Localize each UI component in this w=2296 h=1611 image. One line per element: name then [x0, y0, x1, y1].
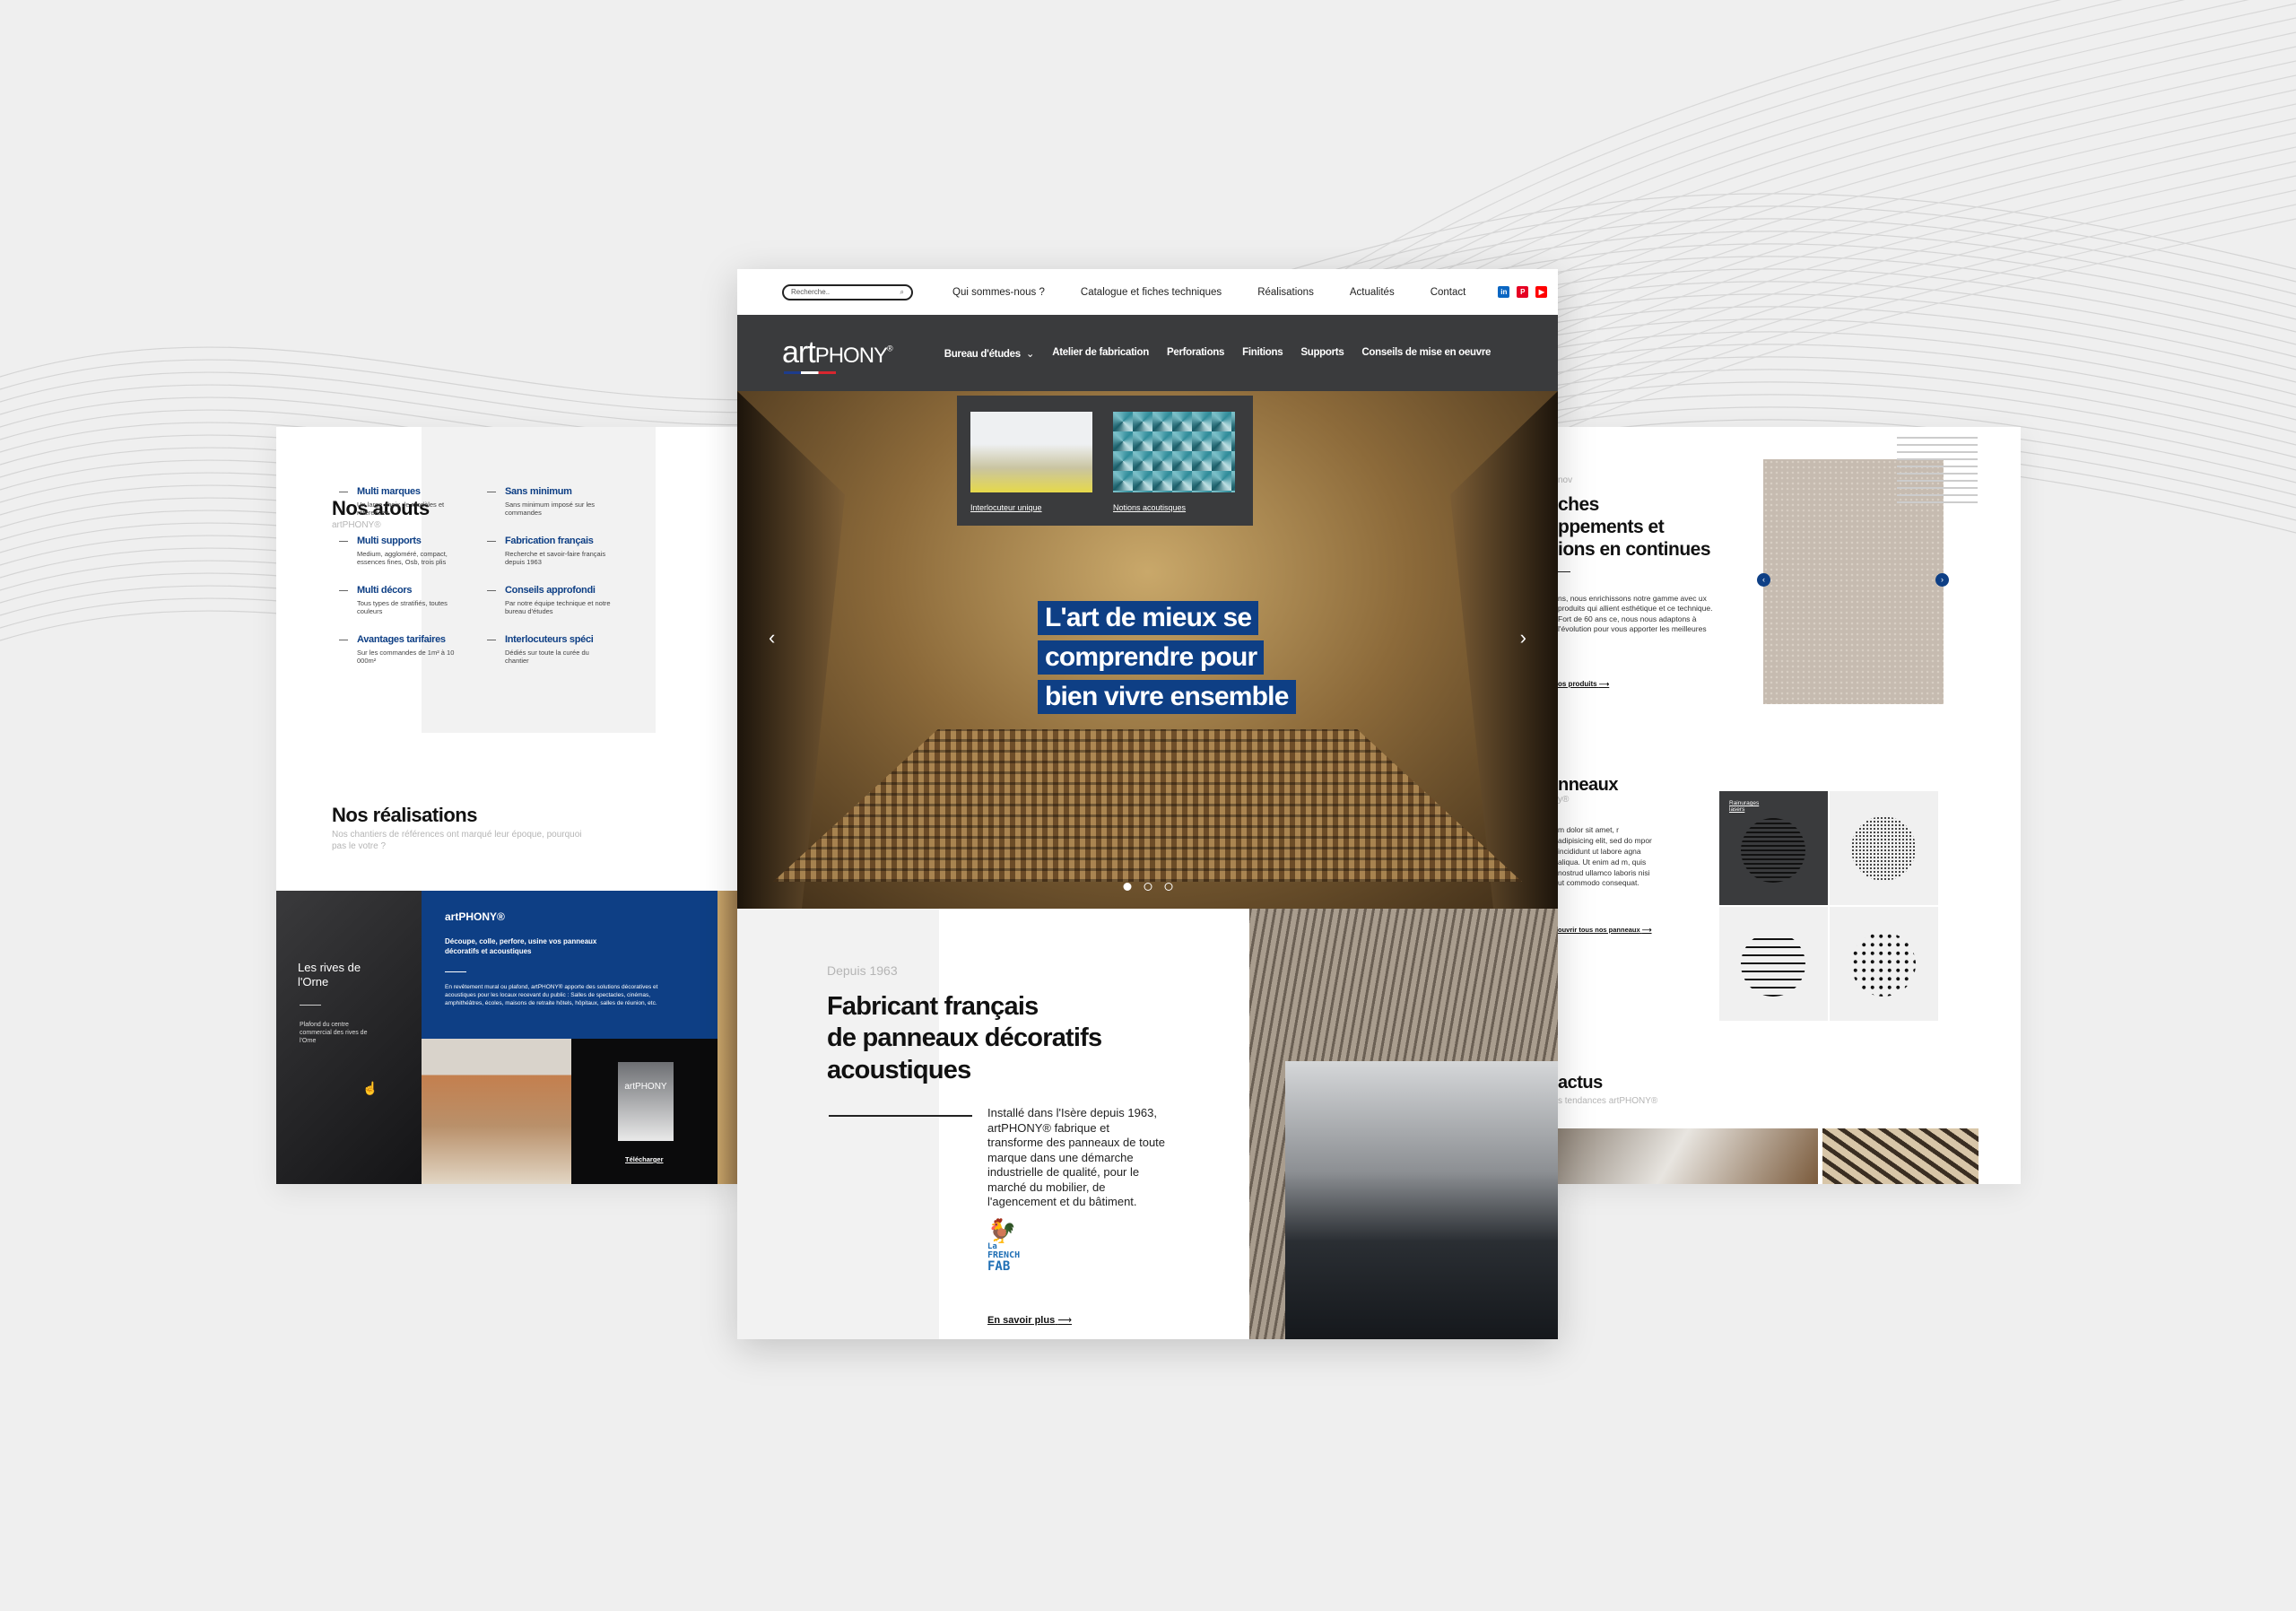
nav-item[interactable]: Perforations: [1167, 347, 1224, 360]
dropdown-item-interlocuteur[interactable]: Interlocuteur unique: [970, 412, 1092, 512]
brochure-card: artPHONY Télécharger: [571, 1039, 718, 1184]
divider: [829, 1115, 972, 1117]
atout-item: Multi supports Medium, aggloméré, compact…: [339, 536, 465, 567]
hand-pointer-icon: ☝: [362, 1081, 378, 1095]
carousel-dot[interactable]: [1123, 883, 1131, 891]
divider: [1558, 571, 1570, 572]
la-french-fab-logo: 🐓 La FRENCH FAB: [987, 1218, 1021, 1274]
pinterest-icon[interactable]: P: [1517, 286, 1529, 298]
divider: [300, 1005, 321, 1006]
blue-panel-title: artPHONY®: [445, 910, 505, 923]
bureau-etudes-dropdown: Interlocuteur unique Notions acoutisques: [957, 396, 1253, 526]
en-savoir-plus-link[interactable]: En savoir plus ⟶: [987, 1314, 1072, 1326]
arrow-right-icon: ⟶: [1598, 680, 1610, 688]
panels-body: m dolor sit amet, r adipisicing elit, se…: [1558, 825, 1652, 888]
search-icon: ⌕: [900, 287, 904, 296]
arrow-right-icon: ⟶: [1641, 926, 1652, 934]
atout-item: Sans minimum Sans minimum imposé sur les …: [487, 486, 613, 518]
panels-subtitle: y®: [1558, 795, 1570, 805]
about-title: Fabricant français de panneaux décoratifs…: [827, 992, 1102, 1084]
atout-item: Avantages tarifaires Sur les commandes de…: [339, 634, 465, 666]
download-link[interactable]: Télécharger: [625, 1155, 664, 1163]
search-input[interactable]: Recherche.. ⌕: [782, 283, 913, 300]
actus-title: actus: [1558, 1073, 1603, 1093]
atouts-subtitle: artPHONY®: [332, 520, 381, 530]
atout-item: Conseils approfondi Par notre équipe tech…: [487, 585, 613, 616]
blue-panel-body: En revêtement mural ou plafond, artPHONY…: [445, 984, 658, 1007]
hero-title: L'art de mieux se comprendre pour bien viv…: [1038, 601, 1296, 719]
interior-photo: [1249, 909, 1558, 1339]
top-link[interactable]: Contact: [1431, 287, 1466, 298]
grooves-pattern: [1741, 818, 1805, 883]
right-page-preview: nov ches ppements et ions en continues ns,…: [1558, 427, 2021, 1184]
panels-title: nneaux: [1558, 775, 1619, 795]
eyebrow: nov: [1558, 475, 1573, 485]
carousel-dot[interactable]: [1144, 883, 1152, 891]
divider: [445, 971, 466, 972]
carousel-prev-button[interactable]: ‹: [1757, 573, 1770, 587]
tricolor-bar: [784, 371, 836, 374]
nav-item[interactable]: Bureau d'études ⌄: [944, 347, 1035, 360]
about-section: Depuis 1963 Fabricant français de panneau…: [737, 909, 1558, 1339]
products-link[interactable]: os produits ⟶: [1558, 680, 1609, 688]
carousel-next-button[interactable]: ›: [1935, 573, 1949, 587]
innovation-body: ns, nous enrichissons notre gamme avec u…: [1558, 594, 1713, 634]
hero-carousel[interactable]: Interlocuteur unique Notions acoutisques…: [737, 391, 1558, 909]
carousel-dots: [1123, 883, 1172, 891]
artphony-logo[interactable]: artPHONY®: [782, 335, 893, 374]
nav-item[interactable]: Supports: [1300, 347, 1344, 360]
actus-subtitle: s tendances artPHONY®: [1558, 1096, 1658, 1106]
blue-panel-lead: Découpe, colle, perfore, usine vos panne…: [445, 937, 597, 955]
top-bar: Recherche.. ⌕ Qui sommes-nous ? Catalogue …: [737, 269, 1558, 315]
project-card-rives-orne[interactable]: Les rives de l'Orne Plafond du centre co…: [276, 891, 422, 1184]
top-link[interactable]: Catalogue et fiches techniques: [1081, 287, 1222, 298]
tile-perforation[interactable]: [1830, 907, 1938, 1021]
youtube-icon[interactable]: ▶: [1535, 286, 1548, 298]
left-page-preview: Nos atouts artPHONY® Nos réalisations No…: [276, 427, 743, 1184]
nav-item[interactable]: Atelier de fabrication: [1052, 347, 1149, 360]
atout-item: Multi marques Un large choix de modèles e…: [339, 486, 465, 518]
arrow-right-icon: ⟶: [1057, 1315, 1073, 1326]
realisations-subtitle: Nos chantiers de références ont marqué l…: [332, 830, 582, 851]
dots-pattern: [1851, 816, 1916, 881]
news-image-1[interactable]: [1558, 1128, 1818, 1184]
hero-next-arrow[interactable]: ›: [1520, 626, 1526, 649]
project-title: Les rives de l'Orne: [298, 961, 361, 988]
atout-item: Multi décors Tous types de stratifiés, to…: [339, 585, 465, 616]
rooster-icon: 🐓: [987, 1218, 1017, 1245]
acoustic-panels-photo: [422, 1039, 571, 1184]
atouts-panel: [422, 427, 656, 733]
atout-item: Fabrication français Recherche et savoir-…: [487, 536, 613, 567]
top-link[interactable]: Réalisations: [1257, 287, 1314, 298]
homepage-preview: Recherche.. ⌕ Qui sommes-nous ? Catalogue …: [737, 269, 1558, 1339]
slots-pattern: [1741, 932, 1805, 997]
top-link[interactable]: Qui sommes-nous ?: [952, 287, 1045, 298]
top-link[interactable]: Actualités: [1350, 287, 1395, 298]
tile-micro-perforation[interactable]: [1830, 791, 1938, 905]
tile-slots[interactable]: [1719, 907, 1828, 1021]
news-image-2[interactable]: [1822, 1128, 1979, 1184]
realisations-title: Nos réalisations: [332, 804, 477, 826]
chevron-down-icon: ⌄: [1025, 348, 1035, 360]
hero-prev-arrow[interactable]: ‹: [769, 626, 775, 649]
project-description: Plafond du centre commercial des rives d…: [300, 1022, 368, 1045]
holes-pattern: [1851, 932, 1916, 997]
since-label: Depuis 1963: [827, 963, 898, 978]
nav-item[interactable]: Conseils de mise en oeuvre: [1361, 347, 1491, 360]
linkedin-icon[interactable]: in: [1498, 286, 1510, 298]
tile-rainurages-lasers[interactable]: Rainurages lasers: [1719, 791, 1828, 905]
brochure-cover[interactable]: artPHONY: [618, 1062, 674, 1141]
innovation-title: ches ppements et ions en continues: [1558, 494, 1711, 561]
all-panels-link[interactable]: ouvrir tous nos panneaux ⟶: [1558, 926, 1652, 934]
about-body: Installé dans l'Isère depuis 1963, artPH…: [987, 1106, 1166, 1208]
dash-pattern: [1897, 436, 1978, 503]
carousel-dot[interactable]: [1164, 883, 1172, 891]
dropdown-item-notions[interactable]: Notions acoutisques: [1113, 412, 1235, 512]
atout-item: Interlocuteurs spéci Dédiés sur toute la …: [487, 634, 613, 666]
nav-item[interactable]: Finitions: [1242, 347, 1283, 360]
blue-info-panel: artPHONY® Découpe, colle, perfore, usine…: [422, 891, 718, 1039]
main-nav: artPHONY® Bureau d'études ⌄ Atelier de fab…: [737, 315, 1558, 391]
